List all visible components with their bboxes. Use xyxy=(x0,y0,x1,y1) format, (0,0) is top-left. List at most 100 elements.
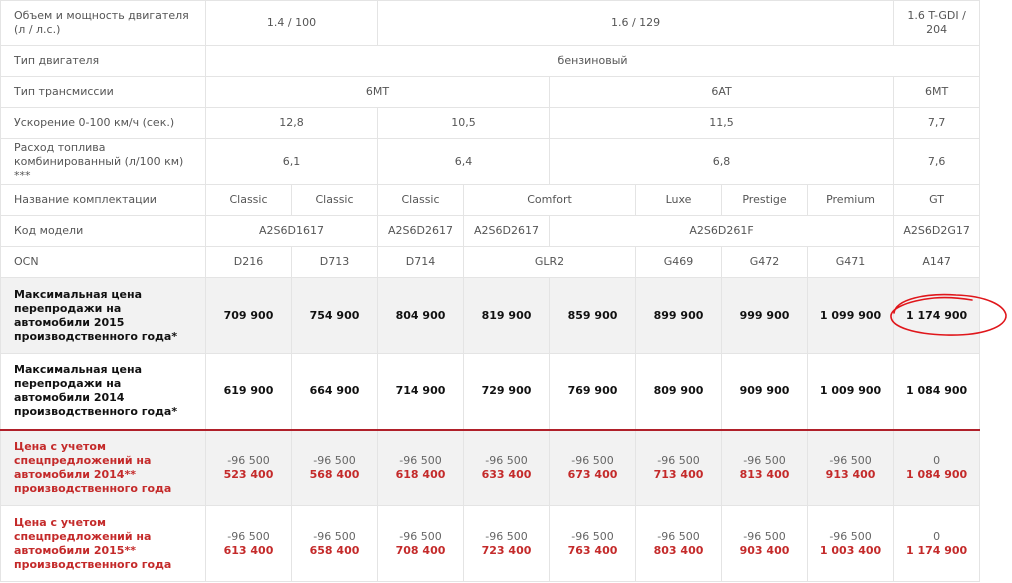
table-cell: A147 xyxy=(893,246,981,278)
row-label: Цена с учетом спецпредложений на автомоб… xyxy=(0,505,206,582)
table-cell: G471 xyxy=(807,246,895,278)
offer-price: 1 174 900 xyxy=(905,543,968,557)
discount-value: -96 500 xyxy=(485,453,528,467)
row-label: Максимальная цена перепродажи на автомоб… xyxy=(0,277,206,354)
table-cell: Premium xyxy=(807,184,895,216)
offer-cell: -96 500 523 400 xyxy=(205,429,292,506)
offer-cell: 01 174 900 xyxy=(893,505,981,582)
discount-value: -96 500 xyxy=(657,529,700,543)
discount-value: -96 500 xyxy=(743,529,786,543)
row-label: Название комплектации xyxy=(0,184,206,216)
discount-value: -96 500 xyxy=(571,453,614,467)
table-cell: A2S6D2617 xyxy=(463,215,551,247)
offer-cell: -96 500 708 400 xyxy=(377,505,465,582)
row-label: Тип двигателя xyxy=(0,45,206,77)
table-row: Тип трансмиссии 6MT 6AT 6MT xyxy=(0,76,981,108)
table-cell: 10,5 xyxy=(377,107,551,139)
price-cell: 819 900 xyxy=(463,277,551,354)
table-row: Ускорение 0-100 км/ч (сек.) 12,8 10,5 11… xyxy=(0,107,981,139)
table-cell: 7,6 xyxy=(893,138,981,185)
price-cell: 729 900 xyxy=(463,353,551,431)
offer-cell: -96 500 713 400 xyxy=(635,429,723,506)
price-cell: 999 900 xyxy=(721,277,809,354)
price-cell: 664 900 xyxy=(290,353,379,431)
discount-value: -96 500 xyxy=(227,529,270,543)
discount-value: -96 500 xyxy=(399,453,442,467)
offer-price: 633 400 xyxy=(481,467,532,481)
offer-price: 523 400 xyxy=(223,467,274,481)
table-row: Тип двигателя бензиновый xyxy=(0,45,981,77)
row-label: Объем и мощность двигателя (л / л.с.) xyxy=(0,0,206,46)
offer-price: 803 400 xyxy=(653,543,704,557)
table-cell: 6,4 xyxy=(377,138,551,185)
price-cell: 709 900 xyxy=(205,277,292,354)
table-cell: A2S6D261F xyxy=(549,215,895,247)
table-cell: Comfort xyxy=(463,184,637,216)
discount-value: -96 500 xyxy=(227,453,270,467)
discount-value: -96 500 xyxy=(829,453,872,467)
price-cell: 714 900 xyxy=(377,353,465,431)
table-cell: GLR2 xyxy=(463,246,637,278)
row-label: Код модели xyxy=(0,215,206,247)
table-row: Объем и мощность двигателя (л / л.с.) 1.… xyxy=(0,0,981,46)
table-cell: A2S6D2617 xyxy=(377,215,465,247)
offer-price: 903 400 xyxy=(739,543,790,557)
offer-price: 813 400 xyxy=(739,467,790,481)
row-label: Расход топлива комбинированный (л/100 км… xyxy=(0,138,206,185)
offer-cell: -96 500 763 400 xyxy=(549,505,637,582)
offer-cell: -96 500 613 400 xyxy=(205,505,292,582)
price-cell: 859 900 xyxy=(549,277,637,354)
price-cell: 1 084 900 xyxy=(893,353,981,431)
table-cell: A2S6D1617 xyxy=(204,215,379,247)
offer-cell: -96 500 723 400 xyxy=(463,505,551,582)
offer-cell: 01 084 900 xyxy=(893,429,981,506)
discount-value: 0 xyxy=(933,529,941,543)
discount-value: -96 500 xyxy=(399,529,442,543)
table-cell: 6AT xyxy=(549,76,895,108)
table-cell: GT xyxy=(893,184,981,216)
discount-value: -96 500 xyxy=(571,529,614,543)
price-cell: 1 099 900 xyxy=(807,277,895,354)
offer-price: 618 400 xyxy=(395,467,446,481)
discount-value: 0 xyxy=(933,453,941,467)
offer-cell: -96 500 903 400 xyxy=(721,505,809,582)
discount-value: -96 500 xyxy=(485,529,528,543)
table-row: Максимальная цена перепродажи на автомоб… xyxy=(0,277,981,354)
table-cell: бензиновый xyxy=(204,45,981,77)
table-cell: D713 xyxy=(290,246,379,278)
table-row: Цена с учетом спецпредложений на автомоб… xyxy=(0,505,981,582)
table-cell: G472 xyxy=(721,246,809,278)
offer-cell: -96 500 673 400 xyxy=(549,429,637,506)
table-row: Максимальная цена перепродажи на автомоб… xyxy=(0,353,981,431)
table-cell: 12,8 xyxy=(204,107,379,139)
offer-price: 568 400 xyxy=(309,467,360,481)
price-cell: 909 900 xyxy=(721,353,809,431)
offer-price: 1 003 400 xyxy=(819,543,882,557)
offer-price: 763 400 xyxy=(567,543,618,557)
price-cell: 769 900 xyxy=(549,353,637,431)
table-cell: Luxe xyxy=(635,184,723,216)
offer-price: 723 400 xyxy=(481,543,532,557)
offer-cell: -96 500 813 400 xyxy=(721,429,809,506)
offer-cell: -96 500 618 400 xyxy=(377,429,465,506)
offer-price: 713 400 xyxy=(653,467,704,481)
price-cell: 804 900 xyxy=(377,277,465,354)
discount-value: -96 500 xyxy=(313,529,356,543)
discount-value: -96 500 xyxy=(657,453,700,467)
specs-price-table: Объем и мощность двигателя (л / л.с.) 1.… xyxy=(0,0,981,582)
table-cell: 6MT xyxy=(204,76,551,108)
offer-price: 658 400 xyxy=(309,543,360,557)
price-cell: 1 174 900 xyxy=(893,277,981,354)
offer-cell: -96 500 658 400 xyxy=(290,505,379,582)
table-cell: D216 xyxy=(205,246,292,278)
row-label: Цена с учетом спецпредложений на автомоб… xyxy=(0,429,206,506)
offer-cell: -96 500 1 003 400 xyxy=(807,505,895,582)
price-cell: 754 900 xyxy=(290,277,379,354)
discount-value: -96 500 xyxy=(743,453,786,467)
price-cell: 809 900 xyxy=(635,353,723,431)
table-cell: D714 xyxy=(377,246,465,278)
offer-cell: -96 500 913 400 xyxy=(807,429,895,506)
offer-cell: -96 500 803 400 xyxy=(635,505,723,582)
table-cell: 6,1 xyxy=(204,138,379,185)
table-cell: 11,5 xyxy=(549,107,895,139)
